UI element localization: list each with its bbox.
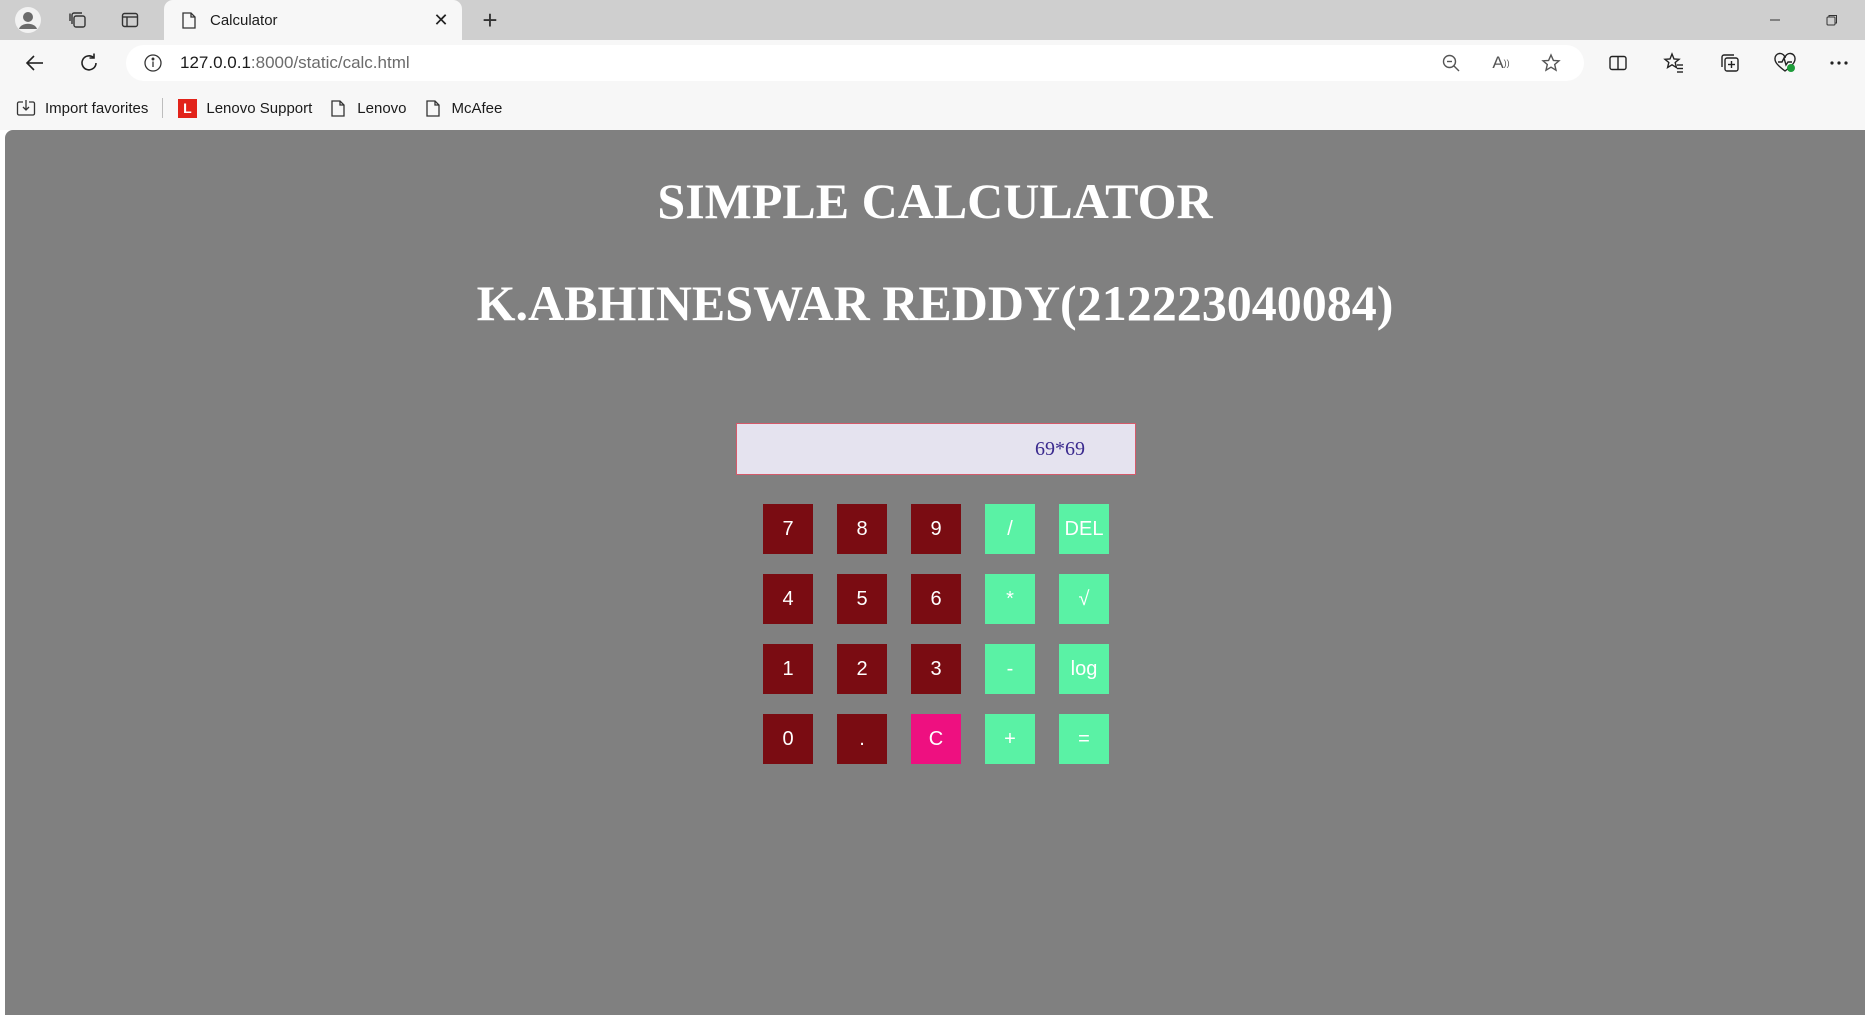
author-heading: K.ABHINESWAR REDDY(212223040084) [476, 275, 1394, 331]
key-0[interactable]: 0 [763, 714, 813, 764]
new-tab-icon[interactable]: + [474, 4, 506, 36]
more-options-icon[interactable] [1822, 46, 1856, 80]
key-2[interactable]: 2 [837, 644, 887, 694]
address-bar[interactable]: 127.0.0.1:8000/static/calc.html A)) [126, 45, 1584, 81]
close-tab-icon[interactable]: ✕ [426, 5, 456, 35]
key-8[interactable]: 8 [837, 504, 887, 554]
toolbar: 127.0.0.1:8000/static/calc.html A)) [0, 40, 1865, 86]
bookmarks-bar: Import favorites L Lenovo Support Lenovo… [0, 86, 1865, 130]
url-path: :8000/static/calc.html [250, 53, 410, 72]
key-1[interactable]: 1 [763, 644, 813, 694]
workspaces-icon[interactable] [62, 4, 94, 36]
bookmark-separator [162, 98, 164, 118]
bookmark-lenovo-support[interactable]: L Lenovo Support [169, 93, 320, 123]
page-title: SIMPLE CALCULATOR [657, 173, 1213, 229]
bookmark-label: Lenovo [357, 99, 407, 117]
back-icon[interactable] [18, 46, 52, 80]
tab-title: Calculator [210, 11, 278, 29]
key-6[interactable]: 6 [911, 574, 961, 624]
url-host: 127.0.0.1 [180, 53, 251, 72]
tab-strip: Calculator ✕ + [0, 0, 1865, 40]
zoom-icon[interactable] [1434, 46, 1468, 80]
collections-icon[interactable] [1713, 46, 1747, 80]
favorite-star-icon[interactable] [1534, 46, 1568, 80]
key-log[interactable]: log [1059, 644, 1109, 694]
bookmark-mcafee[interactable]: McAfee [415, 93, 511, 123]
key-subtract[interactable]: - [985, 644, 1035, 694]
key-decimal[interactable]: . [837, 714, 887, 764]
split-screen-icon[interactable] [1601, 46, 1635, 80]
bookmark-label: McAfee [451, 99, 503, 117]
page-icon [180, 11, 198, 29]
bookmark-import-favorites[interactable]: Import favorites [8, 93, 156, 123]
key-7[interactable]: 7 [763, 504, 813, 554]
minimize-icon[interactable] [1752, 0, 1798, 40]
key-add[interactable]: + [985, 714, 1035, 764]
url-text[interactable]: 127.0.0.1:8000/static/calc.html [180, 53, 1434, 73]
key-delete[interactable]: DEL [1059, 504, 1109, 554]
key-3[interactable]: 3 [911, 644, 961, 694]
key-divide[interactable]: / [985, 504, 1035, 554]
key-5[interactable]: 5 [837, 574, 887, 624]
key-clear[interactable]: C [911, 714, 961, 764]
bookmark-label: Lenovo Support [206, 99, 313, 117]
browser-essentials-icon[interactable] [1768, 46, 1802, 80]
restore-icon[interactable] [1809, 0, 1855, 40]
bookmark-lenovo[interactable]: Lenovo [320, 93, 414, 123]
site-info-icon[interactable] [142, 52, 164, 74]
read-aloud-icon[interactable]: A)) [1484, 46, 1518, 80]
favorites-icon[interactable] [1657, 46, 1691, 80]
calculator-display[interactable]: 69*69 [736, 423, 1136, 475]
key-sqrt[interactable]: √ [1059, 574, 1109, 624]
profile-icon[interactable] [12, 4, 44, 36]
tab-actions-icon[interactable] [114, 4, 146, 36]
key-4[interactable]: 4 [763, 574, 813, 624]
lenovo-logo-icon: L [177, 98, 197, 118]
tab-calculator[interactable]: Calculator ✕ [164, 0, 462, 40]
import-icon [16, 98, 36, 118]
page-icon [328, 98, 348, 118]
key-multiply[interactable]: * [985, 574, 1035, 624]
key-9[interactable]: 9 [911, 504, 961, 554]
page-icon [423, 98, 443, 118]
bookmark-label: Import favorites [45, 99, 149, 117]
display-value: 69*69 [1035, 437, 1085, 460]
refresh-icon[interactable] [72, 46, 106, 80]
page-content: SIMPLE CALCULATOR K.ABHINESWAR REDDY(212… [5, 130, 1865, 1015]
key-equals[interactable]: = [1059, 714, 1109, 764]
